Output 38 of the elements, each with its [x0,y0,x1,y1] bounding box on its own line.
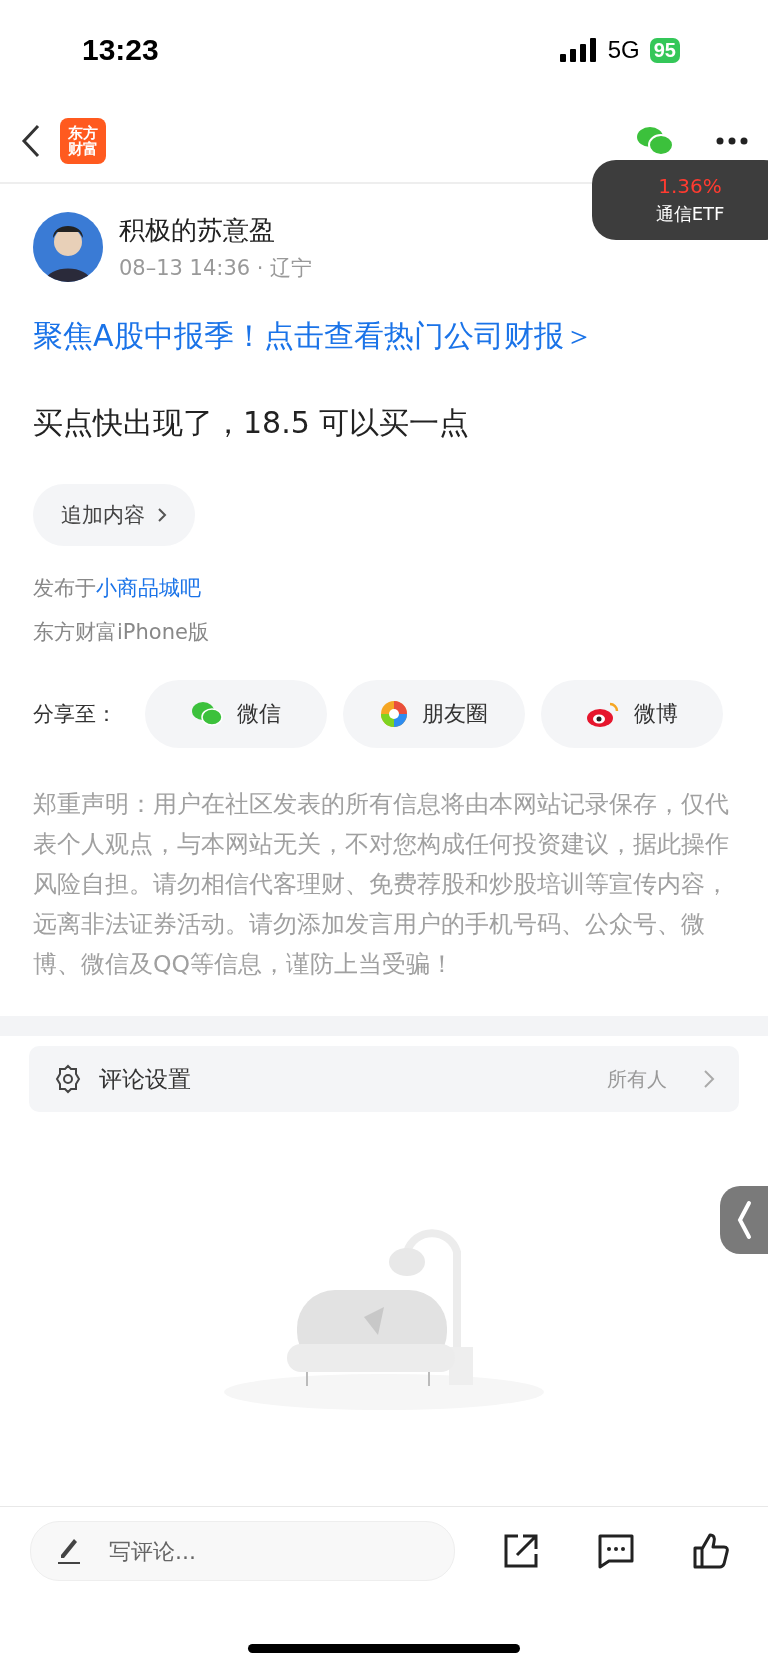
chevron-right-icon [703,1069,715,1089]
append-button[interactable]: 追加内容 [33,484,195,546]
settings-value: 所有人 [607,1065,667,1093]
settings-label: 评论设置 [99,1064,192,1094]
thumbs-up-icon [691,1532,730,1570]
author-name[interactable]: 积极的苏意盈 [119,212,313,248]
network-type: 5G [607,36,640,64]
back-icon[interactable] [20,123,42,159]
share-label: 分享至： [33,701,118,728]
app-logo: 东方 财富 [60,118,106,164]
promo-link[interactable]: 聚焦A股中报季！点击查看热门公司财报＞ [33,316,735,357]
post-content: 买点快出现了，18.5 可以买一点 [33,404,471,442]
forum-link[interactable]: 小商品城吧 [96,576,201,600]
aperture-icon [380,700,408,728]
more-icon[interactable] [716,137,748,145]
share-button[interactable]: 微博 [541,680,723,748]
post-meta: 08–13 14:36 · 辽宁 [119,254,313,282]
comment-settings-row[interactable]: 评论设置 所有人 [29,1046,739,1112]
quote-change: 1.36% [658,174,722,198]
status-time: 13:23 [82,33,159,67]
comment-input[interactable]: 写评论... [30,1521,455,1581]
quote-card[interactable]: 1.36% 通信ETF [592,160,768,240]
battery-level: 95 [649,37,680,63]
signal-icon [559,38,598,62]
chevron-left-icon [736,1200,752,1240]
disclaimer: 郑重声明：用户在社区发表的所有信息将由本网站记录保存，仅代表个人观点，与本网站无关，不对您构成任何投资建议，据此操作风险自担。请勿相信代客理财、免费荐股和炒股培训等宣传内容，远离非法证券活动。请勿添加发言用户的手机号码、公众号、微博、微信及QQ等信息，谨防上当受骗！ [33,789,730,980]
client-info: 东方财富iPhone版 [33,619,210,646]
chat-bubbles-icon [191,700,223,728]
settings-icon [53,1064,83,1094]
share-icon [502,1533,539,1569]
eye-logo-icon [586,700,620,728]
comment-icon [596,1533,635,1569]
chevron-right-icon [157,507,167,523]
share-button[interactable]: 朋友圈 [343,680,525,748]
quote-name: 通信ETF [655,202,725,226]
published-line: 发布于小商品城吧 [33,575,202,602]
share-button[interactable]: 微信 [145,680,327,748]
side-pull-tab[interactable] [720,1186,768,1254]
